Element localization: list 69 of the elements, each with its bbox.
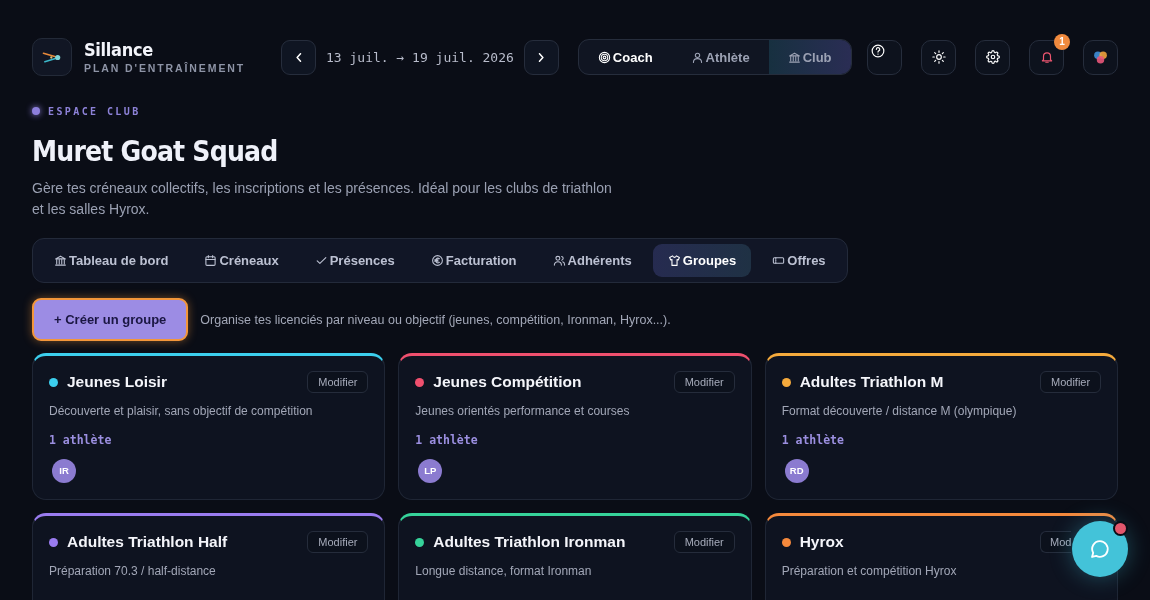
athlete-avatar: LP xyxy=(418,459,443,483)
ticket-icon xyxy=(772,254,786,267)
group-name: Adultes Triathlon Ironman xyxy=(433,533,626,551)
notifications-button[interactable] xyxy=(1029,39,1064,75)
settings-button[interactable] xyxy=(975,39,1010,75)
check-icon xyxy=(314,254,328,267)
group-name: Jeunes Loisir xyxy=(67,373,167,391)
view-switch-option[interactable]: Athlète xyxy=(671,40,769,74)
tab[interactable]: Adhérents xyxy=(537,244,647,277)
euro-icon xyxy=(430,254,444,267)
user-icon xyxy=(690,50,704,64)
group-name: Hyrox xyxy=(799,533,844,551)
chevron-right-icon xyxy=(538,52,545,62)
section-eyebrow: ESPACE CLUB xyxy=(48,105,141,117)
shirt-icon xyxy=(667,254,681,267)
athlete-count: 1 athlète xyxy=(415,432,478,448)
page-description: Gère tes créneaux collectifs, les inscriptions et les présences. Idéal pour les clubs de triathlon et les salles Hyrox. xyxy=(32,179,612,219)
create-group-button[interactable]: + Créer un groupe xyxy=(32,298,189,341)
logo-icon xyxy=(32,38,72,76)
palette-icon xyxy=(1093,49,1108,65)
palette-button[interactable] xyxy=(1083,39,1118,75)
edit-button[interactable]: Modifier xyxy=(673,371,735,393)
group-description: Préparation et compétition Hyrox xyxy=(781,563,957,579)
group-description: Format découverte / distance M (olympique) xyxy=(781,403,1017,419)
edit-button[interactable]: Modifier xyxy=(1040,371,1102,393)
chevron-left-icon xyxy=(295,52,302,62)
group-description: Jeunes orientés performance et courses xyxy=(415,403,630,419)
bank-icon xyxy=(54,254,67,267)
edit-button[interactable]: Mod xyxy=(1040,531,1072,553)
sun-icon xyxy=(931,50,946,64)
help-button[interactable] xyxy=(867,39,902,75)
athlete-count: 1 athlète xyxy=(49,432,112,448)
athlete-count: 1 athlète xyxy=(781,432,844,448)
help-icon xyxy=(871,43,885,58)
brand-tagline: PLAN D'ENTRAÎNEMENT xyxy=(84,61,247,75)
tab[interactable]: Créneaux xyxy=(189,244,294,277)
target-icon xyxy=(597,50,611,64)
tab[interactable]: Offres xyxy=(757,244,841,277)
athlete-avatar: IR xyxy=(52,459,76,483)
brand-name: Sillance xyxy=(84,39,154,61)
tab[interactable]: Groupes xyxy=(652,244,752,277)
helper-text: Organise tes licenciés par niveau ou objectif (jeunes, compétition, Ironman, Hyrox...). xyxy=(200,312,671,327)
edit-button[interactable]: Modifier xyxy=(307,531,369,553)
edit-button[interactable]: Modifier xyxy=(307,371,369,393)
users-icon xyxy=(552,254,566,267)
calendar-icon xyxy=(204,254,218,267)
group-description: Longue distance, format Ironman xyxy=(415,563,592,579)
group-name: Jeunes Compétition xyxy=(433,373,582,391)
group-name: Adultes Triathlon M xyxy=(799,373,944,391)
group-description: Préparation 70.3 / half-distance xyxy=(49,563,216,579)
athlete-avatar: RD xyxy=(784,459,809,483)
theme-button[interactable] xyxy=(921,39,956,75)
bank-icon xyxy=(787,50,801,64)
view-switch-option[interactable]: Coach xyxy=(578,40,672,74)
page-title: Muret Goat Squad xyxy=(32,134,279,170)
week-range: 13 juil. → 19 juil. 2026 xyxy=(326,49,514,65)
notification-dot-icon xyxy=(1113,521,1128,536)
notification-badge: 1 xyxy=(1054,33,1070,50)
chat-bubble-icon xyxy=(1089,538,1111,560)
settings-icon xyxy=(985,50,1000,64)
dot-icon xyxy=(32,107,40,115)
tab[interactable]: Présences xyxy=(299,244,410,277)
bell-icon xyxy=(1039,50,1054,64)
tab[interactable]: Facturation xyxy=(415,244,532,277)
group-name: Adultes Triathlon Half xyxy=(67,533,228,551)
group-description: Découverte et plaisir, sans objectif de compétition xyxy=(49,403,313,419)
tab[interactable]: Tableau de bord xyxy=(39,244,184,277)
edit-button[interactable]: Modifier xyxy=(673,531,735,553)
view-switch-option[interactable]: Club xyxy=(768,40,851,74)
